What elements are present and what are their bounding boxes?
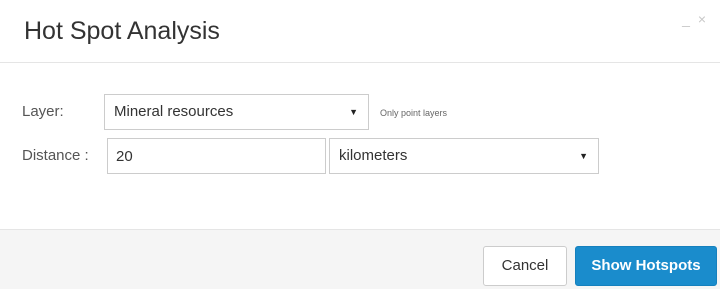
chevron-down-icon: ▼	[579, 151, 588, 161]
distance-label: Distance :	[22, 147, 89, 164]
distance-unit-value: kilometers	[339, 147, 408, 164]
layer-select[interactable]: Mineral resources ▼	[104, 94, 369, 130]
cancel-button[interactable]: Cancel	[483, 246, 567, 286]
hot-spot-analysis-dialog: Hot Spot Analysis _ × Layer: Mineral res…	[0, 0, 720, 289]
window-controls: _ ×	[682, 11, 708, 27]
dialog-footer: Cancel Show Hotspots	[0, 229, 720, 289]
close-icon[interactable]: ×	[698, 11, 708, 27]
dialog-title: Hot Spot Analysis	[24, 17, 220, 45]
chevron-down-icon: ▼	[349, 107, 358, 117]
minimize-icon[interactable]: _	[682, 11, 692, 27]
layer-select-value: Mineral resources	[114, 103, 234, 120]
dialog-header: Hot Spot Analysis _ ×	[0, 0, 720, 63]
distance-unit-select[interactable]: kilometers ▼	[329, 138, 599, 174]
distance-input[interactable]	[107, 138, 326, 174]
show-hotspots-button[interactable]: Show Hotspots	[575, 246, 717, 286]
layer-label: Layer:	[22, 103, 64, 120]
layer-hint: Only point layers	[380, 108, 448, 118]
